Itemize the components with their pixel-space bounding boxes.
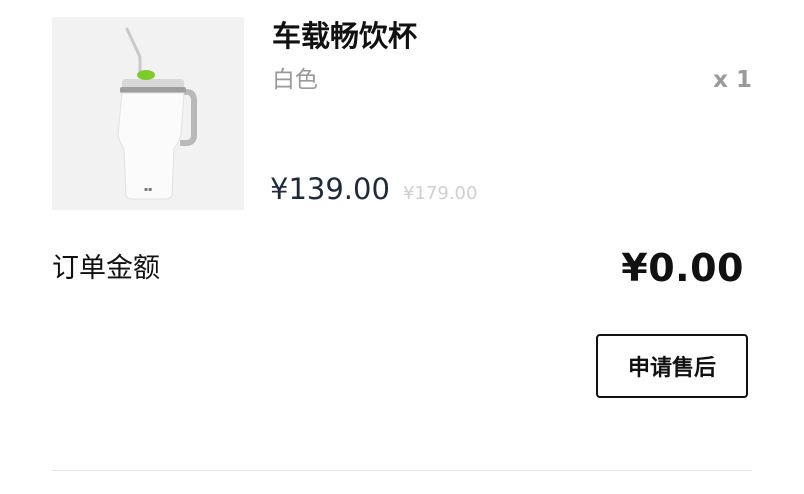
- divider: [52, 470, 752, 471]
- product-name[interactable]: 车载畅饮杯: [272, 16, 417, 56]
- tumbler-cup-icon: ▪▪: [117, 27, 197, 200]
- product-original-price: ¥179.00: [403, 183, 478, 204]
- product-price: ¥139.00: [270, 172, 390, 206]
- order-total-value: ¥0.00: [621, 246, 744, 290]
- product-image[interactable]: ▪▪: [52, 17, 244, 210]
- svg-text:▪▪: ▪▪: [144, 186, 152, 193]
- order-total-label: 订单金额: [52, 253, 160, 284]
- product-variant: 白色: [272, 67, 318, 93]
- price-row: ¥139.00 ¥179.00: [270, 172, 477, 206]
- product-quantity: x 1: [713, 67, 752, 93]
- request-after-sale-button[interactable]: 申请售后: [596, 334, 748, 398]
- order-item-card[interactable]: ▪▪ 车载畅饮杯 白色 x 1 ¥139.00 ¥179.00: [0, 0, 804, 230]
